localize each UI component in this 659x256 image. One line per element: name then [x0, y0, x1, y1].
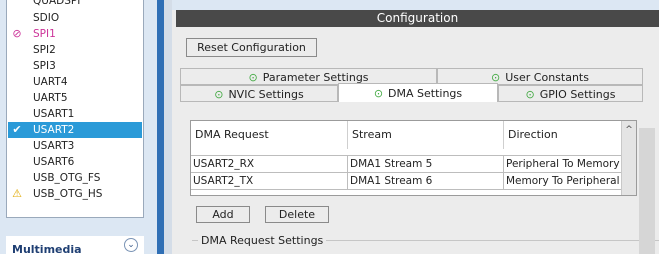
peripheral-label: QUADSPI — [33, 0, 81, 7]
peripheral-item-usart3[interactable]: USART3 — [8, 138, 142, 154]
configuration-title: Configuration — [176, 10, 659, 27]
peripheral-label: SDIO — [33, 12, 60, 24]
tab-label: GPIO Settings — [539, 88, 616, 101]
dma-request-cell: USART2_TX — [191, 173, 348, 189]
peripheral-label: USART2 — [33, 124, 75, 136]
configuration-panel: Configuration Reset Configuration ⊙ Param… — [172, 0, 659, 254]
tab-gpio-settings[interactable]: ⊙ GPIO Settings — [498, 85, 643, 102]
warning-icon: ⚠ — [12, 187, 22, 200]
reset-configuration-button[interactable]: Reset Configuration — [186, 38, 317, 57]
dma-settings-content: DMA Request Stream Direction USART2_RX D… — [176, 102, 659, 254]
check-icon: ✔ — [12, 123, 22, 136]
check-circle-icon: ⊙ — [373, 87, 384, 100]
dma-request-settings-label: DMA Request Settings — [198, 234, 327, 247]
direction-cell: Peripheral To Memory — [506, 158, 620, 170]
tab-label: User Constants — [505, 71, 589, 84]
add-button[interactable]: Add — [196, 206, 250, 223]
peripheral-item-usart1[interactable]: USART1 — [8, 106, 142, 122]
panel-top-edge — [172, 0, 659, 10]
table-row[interactable]: USART2_TX DMA1 Stream 6 Memory To Periph… — [191, 172, 621, 190]
peripheral-label: USB_OTG_HS — [33, 188, 103, 200]
category-multimedia[interactable]: Multimedia ⌄ — [6, 236, 144, 256]
column-header-direction[interactable]: Direction — [504, 121, 621, 149]
stream-cell: DMA1 Stream 6 — [348, 173, 504, 189]
peripheral-item-usb-otg-hs[interactable]: ⚠ USB_OTG_HS — [8, 186, 142, 202]
peripheral-item-usart2[interactable]: ✔ USART2 — [8, 122, 142, 138]
peripheral-item-spi2[interactable]: SPI2 — [8, 42, 142, 58]
tab-label: DMA Settings — [388, 87, 463, 100]
tab-label: NVIC Settings — [228, 88, 304, 101]
disabled-icon: ⊘ — [12, 27, 22, 40]
peripheral-label: SPI2 — [33, 44, 56, 56]
content-scrollbar[interactable] — [639, 128, 655, 254]
table-row[interactable]: USART2_RX DMA1 Stream 5 Peripheral To Me… — [191, 155, 621, 173]
check-circle-icon: ⊙ — [214, 88, 224, 101]
double-chevron-down-icon[interactable]: ⌄ — [124, 238, 138, 252]
check-circle-icon: ⊙ — [248, 71, 258, 84]
table-scrollbar[interactable]: ^ — [621, 121, 636, 195]
peripheral-label: USART3 — [33, 140, 75, 152]
peripheral-item-usart6[interactable]: USART6 — [8, 154, 142, 170]
category-title: Multimedia — [12, 243, 82, 256]
peripheral-label: USART6 — [33, 156, 75, 168]
direction-cell: Memory To Peripheral — [506, 175, 620, 187]
peripheral-label: UART4 — [33, 76, 68, 88]
column-header-stream[interactable]: Stream — [348, 121, 504, 149]
dma-request-table: DMA Request Stream Direction USART2_RX D… — [190, 120, 637, 196]
peripheral-label: SPI1 — [33, 28, 56, 40]
peripheral-item-quadspi[interactable]: QUADSPI — [8, 0, 142, 9]
tab-nvic-settings[interactable]: ⊙ NVIC Settings — [180, 85, 338, 102]
delete-button[interactable]: Delete — [265, 206, 329, 223]
peripheral-item-spi3[interactable]: SPI3 — [8, 58, 142, 74]
peripheral-item-spi1[interactable]: ⊘ SPI1 — [8, 26, 142, 42]
peripheral-label: USB_OTG_FS — [33, 172, 101, 184]
panel-divider[interactable] — [157, 0, 164, 254]
peripheral-label: SPI3 — [33, 60, 56, 72]
tab-dma-settings[interactable]: ⊙ DMA Settings — [338, 83, 498, 103]
stream-cell: DMA1 Stream 5 — [348, 156, 504, 172]
dma-request-cell: USART2_RX — [191, 156, 348, 172]
peripheral-item-uart4[interactable]: UART4 — [8, 74, 142, 90]
peripheral-label: USART1 — [33, 108, 75, 120]
peripheral-list: QUADSPI SDIO ⊘ SPI1 SPI2 SPI3 UART4 UART… — [6, 0, 144, 218]
panel-gutter — [164, 0, 172, 254]
peripheral-label: UART5 — [33, 92, 68, 104]
check-circle-icon: ⊙ — [525, 88, 535, 101]
peripheral-panel: QUADSPI SDIO ⊘ SPI1 SPI2 SPI3 UART4 UART… — [0, 0, 157, 256]
scroll-up-icon[interactable]: ^ — [622, 125, 636, 135]
peripheral-item-usb-otg-fs[interactable]: USB_OTG_FS — [8, 170, 142, 186]
peripheral-item-uart5[interactable]: UART5 — [8, 90, 142, 106]
column-header-dma-request[interactable]: DMA Request — [191, 121, 348, 149]
peripheral-item-sdio[interactable]: SDIO — [8, 10, 142, 26]
